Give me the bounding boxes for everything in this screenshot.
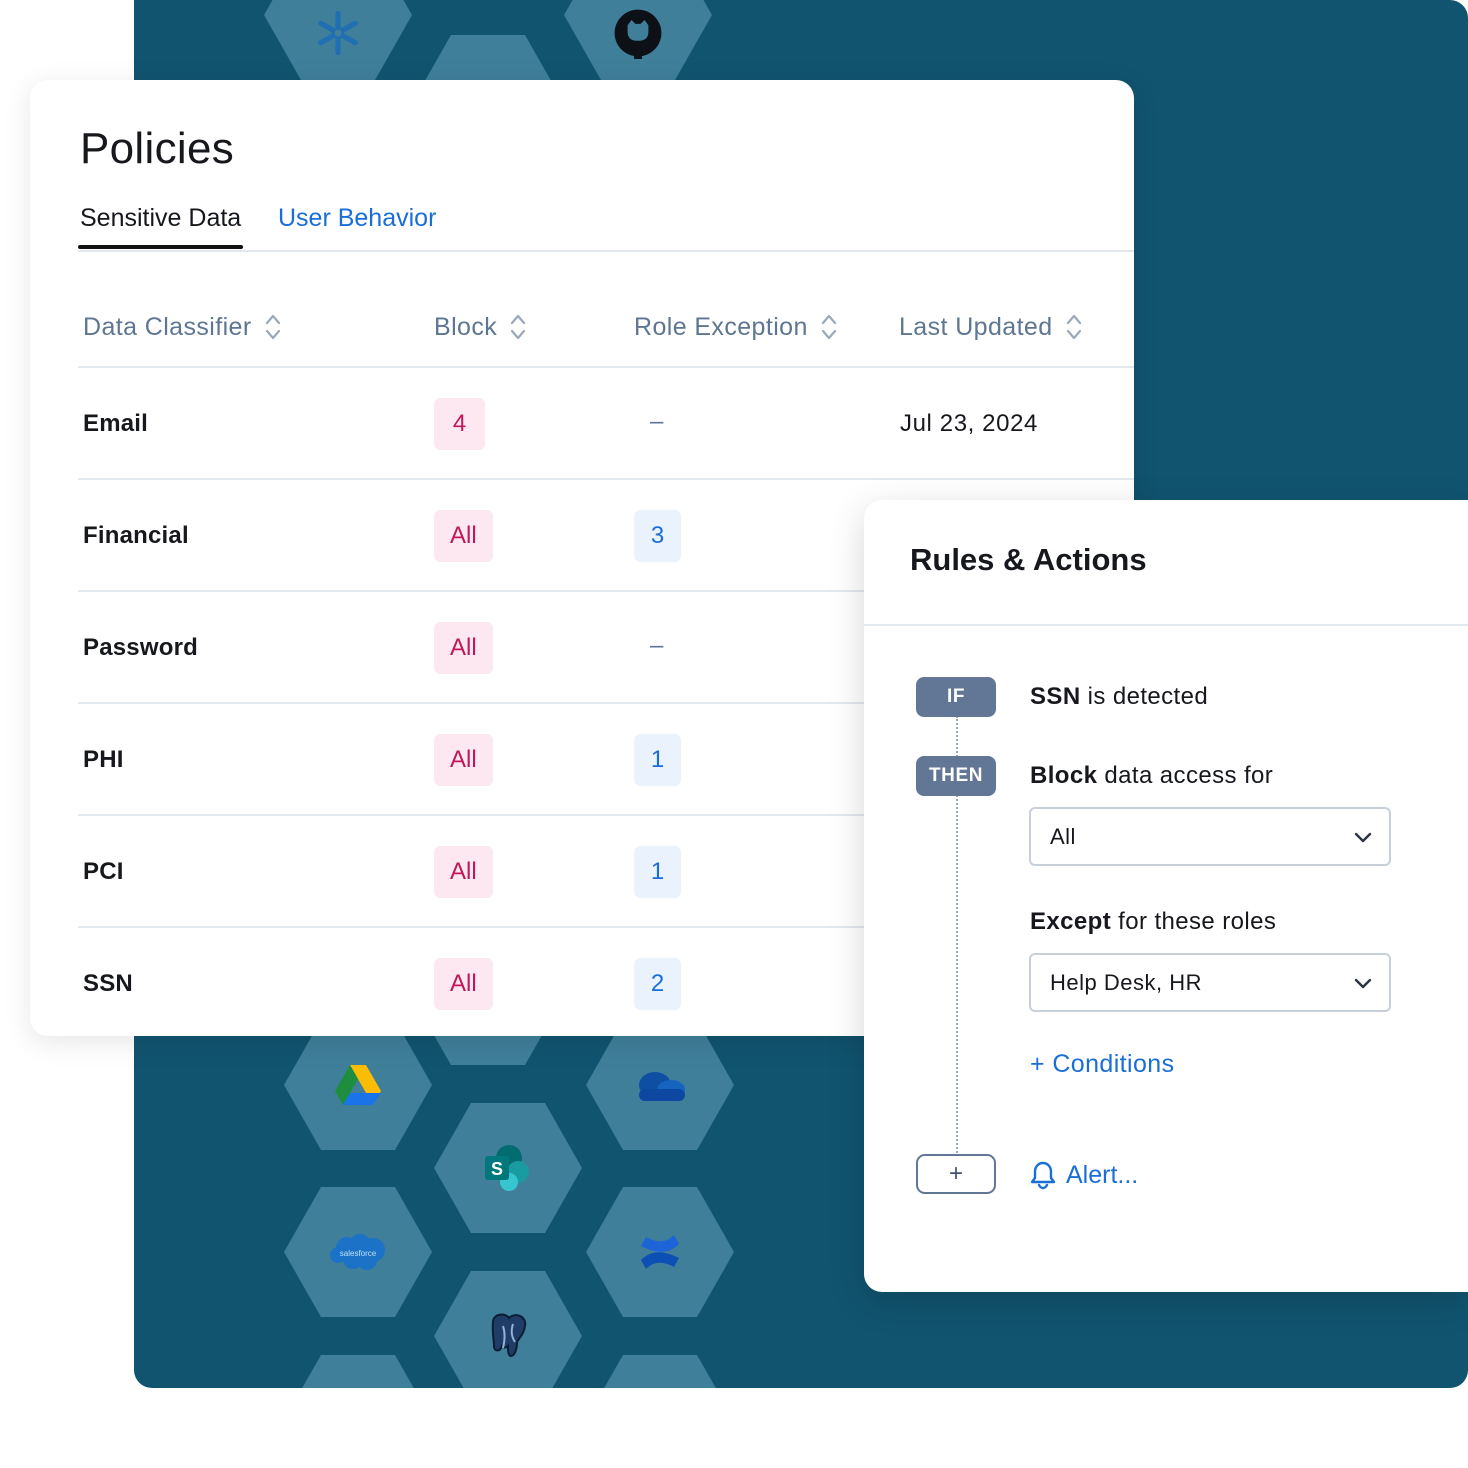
- if-condition: SSN is detected: [1030, 683, 1208, 711]
- hex-sharepoint: S: [434, 1103, 582, 1233]
- add-action-button[interactable]: +: [916, 1154, 996, 1194]
- block-badge: All: [434, 622, 493, 674]
- column-label: Last Updated: [899, 312, 1053, 341]
- condition-classifier: SSN: [1030, 683, 1081, 710]
- hex-onedrive: [586, 1020, 734, 1150]
- tab-user-behavior[interactable]: User Behavior: [278, 204, 436, 247]
- column-header-block[interactable]: Block: [434, 312, 527, 342]
- page-title: Policies: [80, 124, 235, 173]
- column-label: Block: [434, 312, 498, 341]
- action-text: data access for: [1097, 762, 1274, 789]
- classifier-name: PCI: [83, 858, 124, 885]
- github-icon: [612, 7, 664, 59]
- classifier-name: SSN: [83, 970, 133, 997]
- svg-text:S: S: [491, 1159, 503, 1179]
- divider: [864, 624, 1468, 626]
- role-exception-empty: –: [650, 632, 664, 659]
- sort-icon: [1066, 314, 1081, 340]
- role-exception-badge: 1: [634, 734, 681, 786]
- hex-salesforce: salesforce: [284, 1187, 432, 1317]
- select-value: Help Desk, HR: [1050, 969, 1202, 995]
- block-badge: All: [434, 510, 493, 562]
- hex-github: [564, 0, 712, 80]
- column-label: Data Classifier: [83, 312, 252, 341]
- block-badge: All: [434, 734, 493, 786]
- chevron-down-icon: [1354, 832, 1372, 843]
- action-verb: Block: [1030, 762, 1098, 789]
- sort-icon: [511, 314, 526, 340]
- block-badge: All: [434, 958, 493, 1010]
- role-exception-badge: 1: [634, 846, 681, 898]
- classifier-name: Email: [83, 410, 149, 437]
- sort-icon: [265, 314, 280, 340]
- if-pill: IF: [916, 677, 996, 717]
- policy-tabs: Sensitive Data User Behavior: [77, 204, 1134, 252]
- confluence-icon: [638, 1232, 682, 1272]
- column-header-data-classifier[interactable]: Data Classifier: [83, 312, 282, 342]
- role-exception-badge: 2: [634, 958, 681, 1010]
- hex-google-drive: [284, 1020, 432, 1150]
- sort-icon: [821, 314, 836, 340]
- svg-text:salesforce: salesforce: [340, 1249, 377, 1258]
- chevron-down-icon: [1354, 978, 1372, 989]
- hex-confluence: [586, 1187, 734, 1317]
- except-keyword: Except: [1030, 908, 1112, 935]
- classifier-name: Password: [83, 634, 198, 661]
- column-header-last-updated[interactable]: Last Updated: [899, 312, 1083, 342]
- except-label: Except for these roles: [1030, 908, 1276, 936]
- then-pill: THEN: [916, 756, 996, 796]
- last-updated: Jul 23, 2024: [900, 410, 1038, 437]
- then-action: Block data access for: [1030, 762, 1273, 790]
- role-exception-empty: –: [650, 408, 664, 435]
- classifier-name: Financial: [83, 522, 189, 549]
- hex-snowflake: [264, 0, 412, 80]
- snowflake-icon: [315, 10, 361, 56]
- rules-actions-panel: Rules & Actions IF SSN is detected THEN …: [864, 500, 1468, 1292]
- table-row[interactable]: Email 4 – Jul 23, 2024: [78, 366, 1134, 478]
- column-label: Role Exception: [634, 312, 808, 341]
- tab-sensitive-data[interactable]: Sensitive Data: [77, 204, 244, 249]
- bell-icon: [1030, 1161, 1056, 1190]
- onedrive-icon: [633, 1069, 687, 1101]
- alert-link[interactable]: Alert...: [1030, 1160, 1138, 1190]
- alert-label: Alert...: [1066, 1160, 1139, 1189]
- block-badge: All: [434, 846, 493, 898]
- add-conditions-link[interactable]: + Conditions: [1030, 1050, 1174, 1079]
- column-header-role-exception[interactable]: Role Exception: [634, 312, 838, 342]
- block-scope-select[interactable]: All: [1029, 807, 1391, 866]
- except-text: for these roles: [1111, 908, 1277, 935]
- salesforce-icon: salesforce: [329, 1232, 387, 1272]
- hex-blank: [284, 1355, 432, 1388]
- block-badge: 4: [434, 398, 485, 450]
- panel-title: Rules & Actions: [910, 542, 1147, 577]
- except-roles-select[interactable]: Help Desk, HR: [1029, 953, 1391, 1012]
- sharepoint-icon: S: [483, 1144, 533, 1192]
- postgresql-icon: [485, 1312, 531, 1360]
- select-value: All: [1050, 823, 1076, 849]
- role-exception-badge: 3: [634, 510, 681, 562]
- classifier-name: PHI: [83, 746, 124, 773]
- hex-blank: [586, 1355, 734, 1388]
- google-drive-icon: [335, 1065, 381, 1105]
- condition-text: is detected: [1080, 683, 1209, 710]
- hex-postgresql: [434, 1271, 582, 1388]
